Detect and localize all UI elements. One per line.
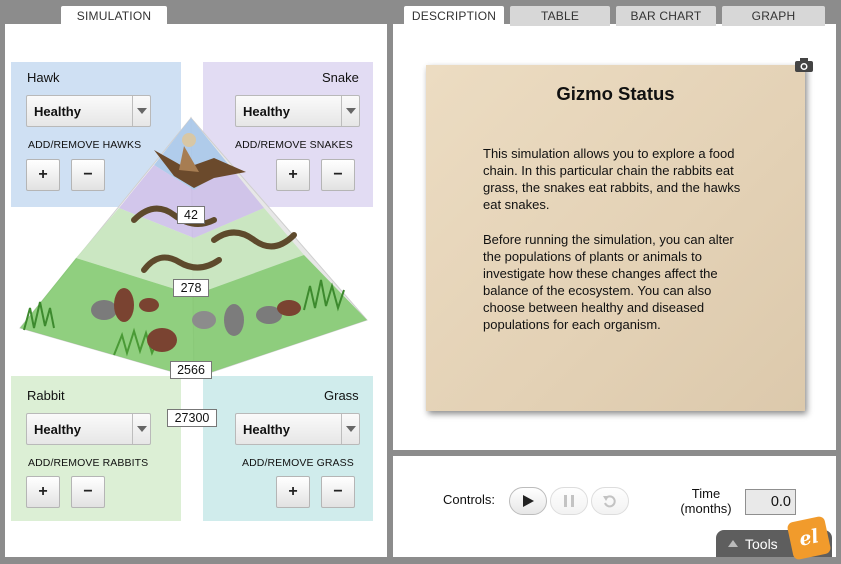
rabbit-health-select[interactable]: Healthy (26, 413, 151, 445)
reset-icon (603, 495, 616, 508)
grass-title: Grass (324, 388, 359, 403)
tools-arrow-icon (728, 540, 738, 547)
snake-health-value: Healthy (243, 103, 290, 119)
chevron-down-icon (341, 414, 359, 444)
grass-health-value: Healthy (243, 421, 290, 437)
pause-icon (564, 495, 574, 507)
chevron-down-icon (341, 96, 359, 126)
explorelearning-logo[interactable]: el (786, 515, 832, 561)
card-paragraph-1: This simulation allows you to explore a … (483, 146, 741, 212)
hawk-health-select[interactable]: Healthy (26, 95, 151, 127)
hawk-population: 42 (177, 206, 205, 224)
snake-health-select[interactable]: Healthy (235, 95, 360, 127)
chevron-down-icon (132, 414, 150, 444)
play-button[interactable] (509, 487, 547, 515)
rabbit-add-label: ADD/REMOVE RABBITS (28, 457, 149, 469)
hawk-title: Hawk (27, 70, 60, 85)
card-title: Gizmo Status (556, 83, 675, 104)
remove-hawk-button[interactable]: − (71, 159, 105, 191)
time-label: Time (months) (680, 486, 732, 516)
grass-population: 27300 (167, 409, 217, 427)
remove-rabbit-button[interactable]: − (71, 476, 105, 508)
card-paragraph-2: Before running the simulation, you can a… (483, 232, 734, 332)
play-icon (523, 495, 534, 507)
time-value: 0.0 (745, 489, 796, 515)
add-rabbit-button[interactable]: + (26, 476, 60, 508)
grass-add-label: ADD/REMOVE GRASS (242, 457, 354, 469)
hawk-health-value: Healthy (34, 103, 81, 119)
add-snake-button[interactable]: + (276, 159, 310, 191)
snake-population: 278 (173, 279, 209, 297)
snake-title: Snake (322, 70, 359, 85)
add-grass-button[interactable]: + (276, 476, 310, 508)
tab-simulation[interactable]: SIMULATION (61, 6, 167, 26)
chevron-down-icon (132, 96, 150, 126)
add-hawk-button[interactable]: + (26, 159, 60, 191)
grass-health-select[interactable]: Healthy (235, 413, 360, 445)
tools-label: Tools (745, 535, 778, 552)
remove-snake-button[interactable]: − (321, 159, 355, 191)
rabbit-title: Rabbit (27, 388, 65, 403)
tab-description[interactable]: DESCRIPTION (404, 6, 504, 26)
remove-grass-button[interactable]: − (321, 476, 355, 508)
tab-table[interactable]: TABLE (510, 6, 610, 26)
rabbit-health-value: Healthy (34, 421, 81, 437)
camera-icon[interactable] (794, 57, 814, 73)
pause-button[interactable] (550, 487, 588, 515)
rabbit-population: 2566 (170, 361, 212, 379)
controls-label: Controls: (443, 492, 496, 507)
reset-button[interactable] (591, 487, 629, 515)
tab-bar-chart[interactable]: BAR CHART (616, 6, 716, 26)
tab-graph[interactable]: GRAPH (722, 6, 825, 26)
hawk-add-label: ADD/REMOVE HAWKS (28, 139, 142, 151)
snake-add-label: ADD/REMOVE SNAKES (235, 139, 353, 151)
gizmo-status-card: Gizmo Status This simulation allows you … (426, 65, 805, 411)
